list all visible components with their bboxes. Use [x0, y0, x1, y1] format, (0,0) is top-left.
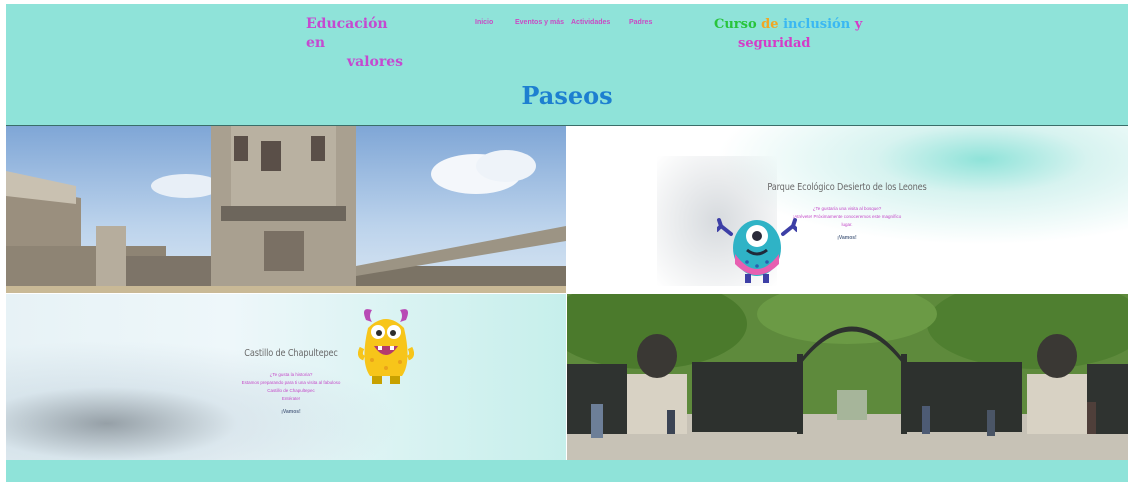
nav-item-eventos[interactable]: Eventos y más — [515, 19, 564, 26]
course-line-2: seguridad — [738, 36, 811, 51]
nav-item-inicio[interactable]: Inicio — [475, 19, 493, 26]
course-word-inclusion: inclusión — [783, 17, 851, 32]
castle-image — [6, 126, 566, 293]
course-line-1: Curso de inclusión y — [714, 15, 862, 34]
castle-photo — [6, 126, 566, 293]
card-desierto-leones[interactable]: Parque Ecológico Desierto de los Leones … — [567, 126, 1128, 293]
site-logo[interactable]: Educación en valores — [306, 15, 406, 72]
gate-image — [567, 294, 1128, 460]
course-link[interactable]: Curso de inclusión y seguridad — [714, 15, 862, 53]
course-word-curso: Curso — [714, 17, 757, 32]
page: Educación en valores Inicio Eventos y má… — [6, 4, 1128, 482]
nav-item-actividades[interactable]: Actividades — [571, 19, 610, 26]
footer-bar — [6, 460, 1128, 482]
page-title: Paseos — [521, 81, 613, 110]
card-cta[interactable]: ¡Vamos! — [196, 409, 386, 415]
card-line: Entérate! — [281, 396, 301, 401]
brand-line-1: Educación en — [306, 16, 388, 51]
card-castillo-chapultepec[interactable]: Castillo de Chapultepec ¿Te gusta la his… — [6, 294, 566, 460]
nav-item-padres[interactable]: Padres — [629, 19, 652, 26]
site-header: Educación en valores Inicio Eventos y má… — [6, 4, 1128, 126]
card-title: Parque Ecológico Desierto de los Leones — [767, 182, 927, 193]
chapultepec-gate-photo — [567, 294, 1128, 460]
card-title: Castillo de Chapultepec — [244, 348, 338, 359]
yellow-monster-icon — [358, 309, 414, 384]
teal-monster-icon — [717, 218, 797, 283]
brand-line-2: valores — [347, 54, 404, 70]
course-word-y: y — [854, 17, 863, 32]
course-word-de: de — [761, 17, 779, 32]
